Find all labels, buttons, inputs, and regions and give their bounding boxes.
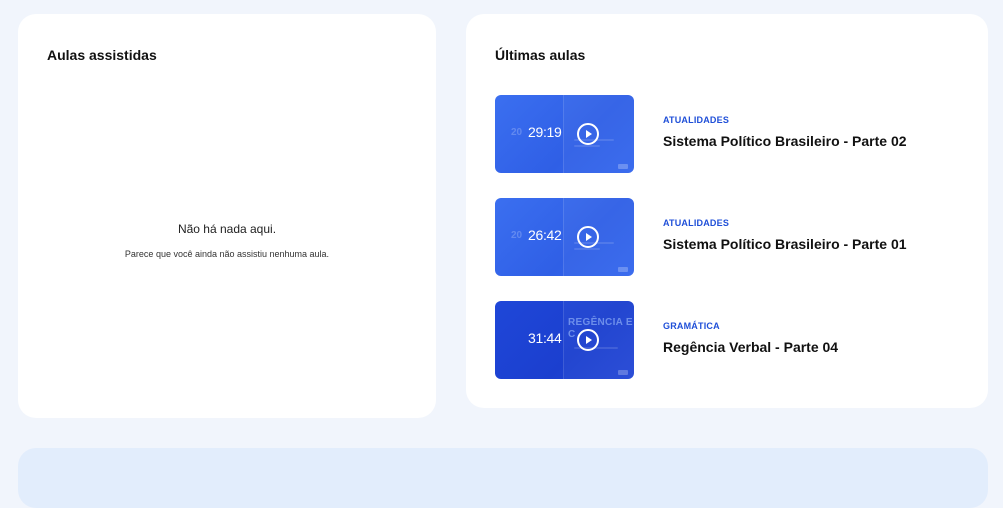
watched-lessons-card: Aulas assistidas Não há nada aqui. Parec… (18, 14, 436, 418)
watched-lessons-title: Aulas assistidas (47, 47, 157, 63)
lesson-duration: 29:19 (528, 124, 562, 140)
thumbnail-logo-mark (618, 370, 628, 375)
play-circle-icon[interactable] (577, 329, 599, 351)
lesson-duration: 31:44 (528, 330, 562, 346)
empty-state-subtitle: Parece que você ainda não assistiu nenhu… (124, 249, 330, 259)
thumbnail-logo-mark (618, 267, 628, 272)
empty-state-title: Não há nada aqui. (177, 222, 277, 236)
lesson-category: ATUALIDADES (663, 218, 730, 228)
lesson-item[interactable]: 20 29:19 ATUALIDADES Sistema Político Br… (495, 95, 965, 173)
lesson-title[interactable]: Sistema Político Brasileiro - Parte 02 (663, 133, 907, 149)
latest-lessons-card: Últimas aulas 20 29:19 ATUALIDADES Siste… (466, 14, 988, 408)
lesson-thumbnail[interactable]: 20 26:42 (495, 198, 634, 276)
bottom-panel (18, 448, 988, 508)
thumbnail-logo-mark (618, 164, 628, 169)
thumbnail-ghost-text: 20 (511, 127, 523, 138)
latest-lessons-title: Últimas aulas (495, 47, 586, 63)
play-circle-icon[interactable] (577, 123, 599, 145)
lesson-thumbnail[interactable]: 20 29:19 (495, 95, 634, 173)
lesson-item[interactable]: 20 26:42 ATUALIDADES Sistema Político Br… (495, 198, 965, 276)
lesson-category: GRAMÁTICA (663, 321, 720, 331)
play-circle-icon[interactable] (577, 226, 599, 248)
lesson-title[interactable]: Sistema Político Brasileiro - Parte 01 (663, 236, 907, 252)
lesson-category: ATUALIDADES (663, 115, 730, 125)
lesson-duration: 26:42 (528, 227, 562, 243)
lesson-thumbnail[interactable]: REGÊNCIA E C 31:44 (495, 301, 634, 379)
lesson-title[interactable]: Regência Verbal - Parte 04 (663, 339, 838, 355)
lesson-item[interactable]: REGÊNCIA E C 31:44 GRAMÁTICA Regência Ve… (495, 301, 965, 379)
thumbnail-ghost-text: 20 (511, 230, 523, 241)
